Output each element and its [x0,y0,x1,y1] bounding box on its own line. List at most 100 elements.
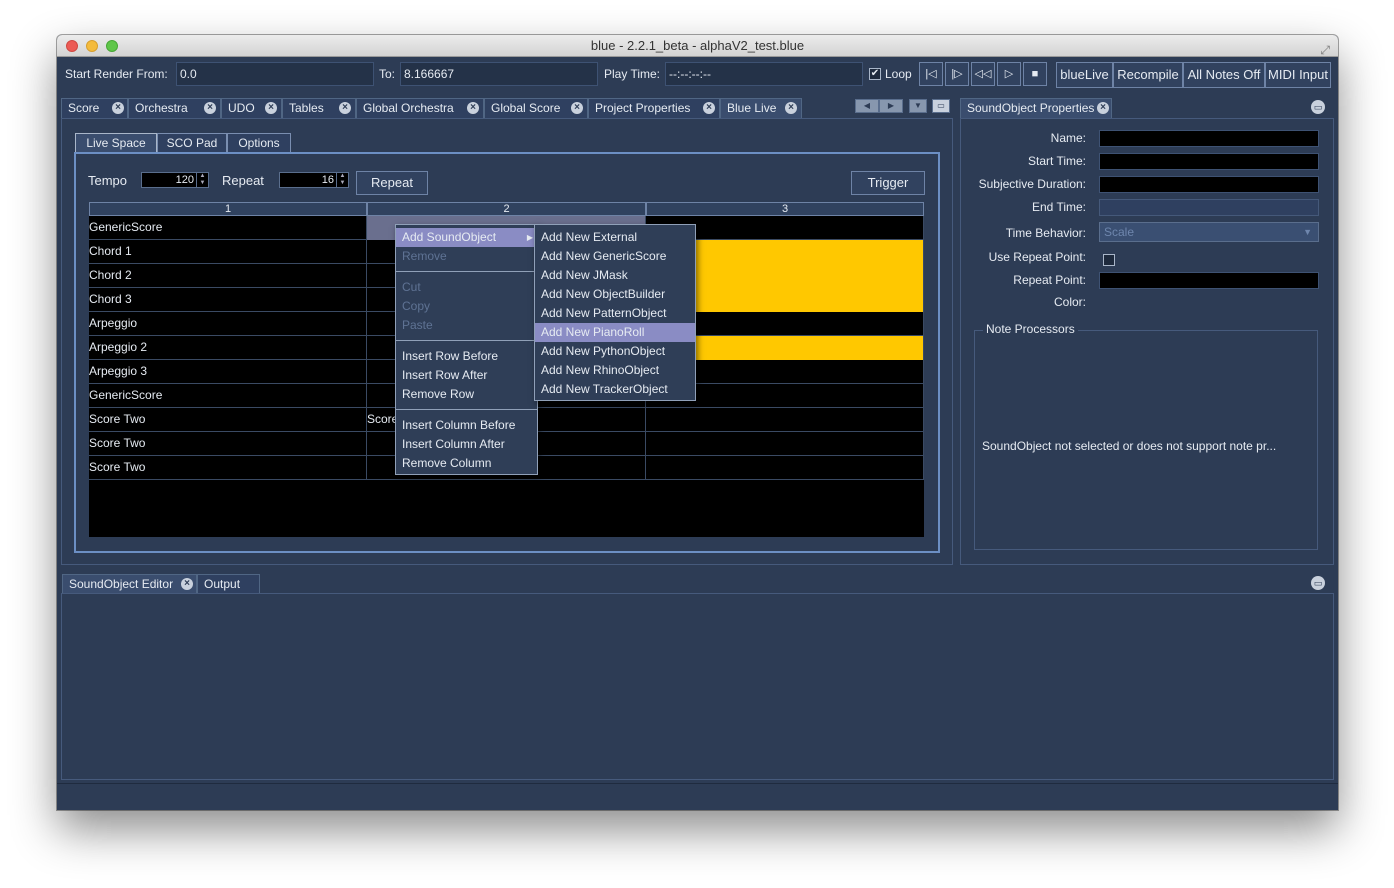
menu-item-copy[interactable]: Copy [396,297,537,316]
tab-tables[interactable]: Tables × [282,98,356,118]
menu-item-cut[interactable]: Cut [396,278,537,297]
tab-orchestra[interactable]: Orchestra × [128,98,221,118]
subtab-live-space[interactable]: Live Space [75,133,157,153]
row-label[interactable]: GenericScore [89,384,367,408]
tab-soundobject-editor[interactable]: SoundObject Editor × [62,574,197,594]
repeat-point-field[interactable] [1099,272,1319,289]
row-label[interactable]: GenericScore [89,216,367,240]
row-label[interactable]: Chord 3 [89,288,367,312]
maximize-panel-icon[interactable]: ▭ [1311,100,1325,114]
tab-blue-live[interactable]: Blue Live × [720,98,802,118]
close-icon[interactable]: × [339,102,351,114]
column-header-1[interactable]: 1 [89,202,367,216]
menu-item-add-patternobject[interactable]: Add New PatternObject [535,304,695,323]
close-icon[interactable]: × [181,578,193,590]
row-label[interactable]: Chord 2 [89,264,367,288]
tab-project-properties[interactable]: Project Properties × [588,98,720,118]
start-render-input[interactable]: 0.0 [176,62,374,86]
play-time-display: --:--:--:-- [665,62,863,86]
tab-scroll-right-button[interactable]: ▶ [879,99,903,113]
tab-score[interactable]: Score × [61,98,128,118]
close-icon[interactable]: × [467,102,479,114]
grid-cell[interactable] [646,456,924,480]
subjective-duration-field[interactable] [1099,176,1319,193]
name-field[interactable] [1099,130,1319,147]
tempo-spinner[interactable]: 120 ▲ ▼ [141,172,209,188]
recompile-button[interactable]: Recompile [1113,62,1183,88]
repeat-spinner[interactable]: 16 ▲ ▼ [279,172,349,188]
midi-input-button[interactable]: MIDI Input [1265,62,1331,88]
subtab-sco-pad[interactable]: SCO Pad [157,133,227,153]
menu-item-add-rhinoobject[interactable]: Add New RhinoObject [535,361,695,380]
stop-button[interactable]: ■ [1023,62,1047,86]
column-header-2[interactable]: 2 [367,202,646,216]
menu-item-insert-column-after[interactable]: Insert Column After [396,435,537,454]
minimize-window-button[interactable] [86,40,98,52]
menu-item-add-genericscore[interactable]: Add New GenericScore [535,247,695,266]
menu-item-add-pianoroll[interactable]: Add New PianoRoll [535,323,695,342]
row-label[interactable]: Score Two [89,432,367,456]
repeat-button[interactable]: Repeat [356,171,428,195]
row-label[interactable]: Arpeggio [89,312,367,336]
tab-udo[interactable]: UDO × [221,98,282,118]
play-button[interactable]: ▷ [997,62,1021,86]
menu-item-remove-column[interactable]: Remove Column [396,454,537,473]
close-icon[interactable]: × [571,102,583,114]
menu-item-add-external[interactable]: Add New External [535,228,695,247]
grid-cell[interactable] [646,432,924,456]
menu-item-add-soundobject[interactable]: Add SoundObject ▶ [396,228,537,247]
loop-checkbox[interactable]: ✔ [869,68,881,80]
row-label[interactable]: Score Two [89,456,367,480]
close-icon[interactable]: × [703,102,715,114]
next-marker-button[interactable]: |▷ [945,62,969,86]
menu-item-remove-row[interactable]: Remove Row [396,385,537,404]
tab-scroll-left-button[interactable]: ◀ [855,99,879,113]
spinner-arrows-icon[interactable]: ▲ ▼ [196,173,208,187]
tab-label: Output [204,577,241,591]
row-label[interactable]: Arpeggio 3 [89,360,367,384]
tab-label: Global Orchestra [363,101,454,115]
row-label[interactable]: Score Two [89,408,367,432]
menu-item-add-jmask[interactable]: Add New JMask [535,266,695,285]
menu-item-paste[interactable]: Paste [396,316,537,335]
tab-global-orchestra[interactable]: Global Orchestra × [356,98,484,118]
tab-output[interactable]: Output [197,574,260,594]
close-icon[interactable]: × [112,102,124,114]
all-notes-off-button[interactable]: All Notes Off [1183,62,1265,88]
close-icon[interactable]: × [785,102,797,114]
tab-soundobject-properties[interactable]: SoundObject Properties × [960,98,1112,118]
use-repeat-point-checkbox[interactable] [1103,254,1115,266]
menu-item-add-pythonobject[interactable]: Add New PythonObject [535,342,695,361]
spinner-arrows-icon[interactable]: ▲ ▼ [336,173,348,187]
to-input[interactable]: 8.166667 [400,62,598,86]
column-header-3[interactable]: 3 [646,202,924,216]
row-label[interactable]: Chord 1 [89,240,367,264]
subtab-options[interactable]: Options [227,133,291,153]
title-bar: blue - 2.2.1_beta - alphaV2_test.blue ⤢ [57,35,1338,57]
menu-item-insert-row-before[interactable]: Insert Row Before [396,347,537,366]
menu-item-add-objectbuilder[interactable]: Add New ObjectBuilder [535,285,695,304]
maximize-panel-icon[interactable]: ▭ [1311,576,1325,590]
menu-item-add-trackerobject[interactable]: Add New TrackerObject [535,380,695,399]
window-title: blue - 2.2.1_beta - alphaV2_test.blue [590,38,805,53]
close-icon[interactable]: × [204,102,216,114]
zoom-window-button[interactable] [106,40,118,52]
previous-marker-button[interactable]: |◁ [919,62,943,86]
tab-list-dropdown[interactable]: ▼ [909,99,927,113]
start-time-field[interactable] [1099,153,1319,170]
rewind-button[interactable]: ◁◁ [971,62,995,86]
app-window: blue - 2.2.1_beta - alphaV2_test.blue ⤢ … [57,35,1338,810]
grid-cell[interactable] [646,408,924,432]
menu-item-insert-column-before[interactable]: Insert Column Before [396,416,537,435]
bluelive-button[interactable]: blueLive [1056,62,1113,88]
time-behavior-select[interactable]: Scale ▼ [1099,222,1319,242]
maximize-panel-button[interactable]: ▭ [932,99,950,113]
menu-item-remove[interactable]: Remove [396,247,537,266]
row-label[interactable]: Arpeggio 2 [89,336,367,360]
tab-label: Score [68,101,100,115]
close-icon[interactable]: × [1097,102,1109,114]
close-window-button[interactable] [66,40,78,52]
tab-global-score[interactable]: Global Score × [484,98,588,118]
menu-item-insert-row-after[interactable]: Insert Row After [396,366,537,385]
close-icon[interactable]: × [265,102,277,114]
